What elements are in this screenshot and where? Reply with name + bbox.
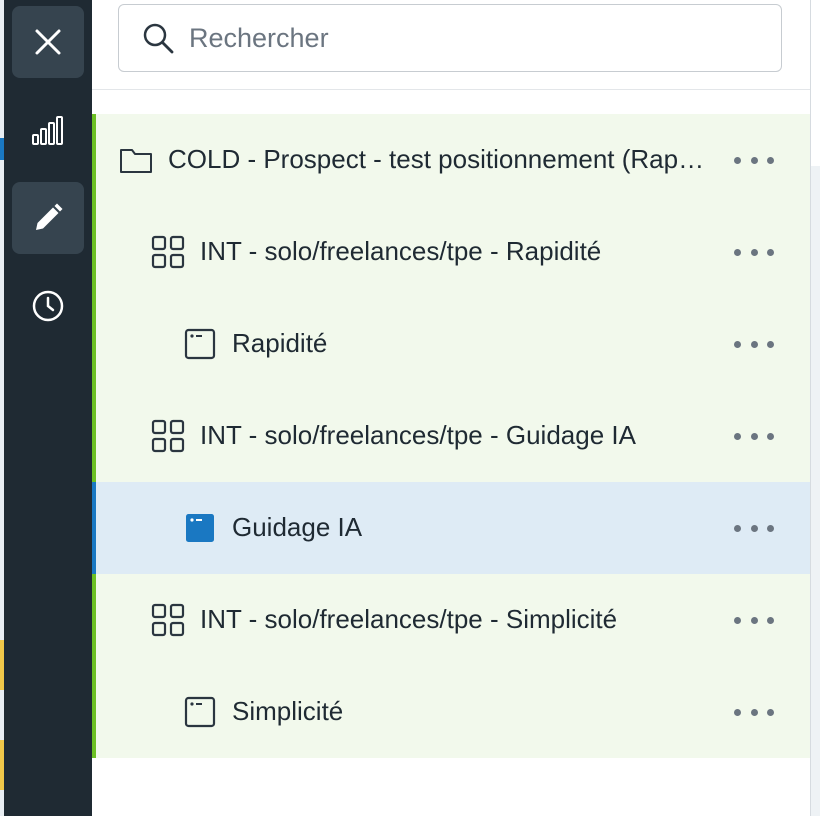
edit-button[interactable] — [12, 182, 84, 254]
tree-item-label: Simplicité — [232, 696, 344, 726]
close-button[interactable] — [12, 6, 84, 78]
tree-item-label: INT - solo/freelances/tpe - Rapidité — [200, 236, 602, 266]
tree-item-page[interactable]: Simplicité — [92, 666, 810, 758]
folder-icon — [120, 149, 152, 173]
close-icon — [35, 29, 61, 55]
grid-icon — [151, 235, 185, 269]
more-options-button[interactable] — [734, 424, 774, 448]
search-input[interactable] — [187, 21, 751, 55]
tree-item-group[interactable]: INT - solo/freelances/tpe - Simplicité — [92, 574, 810, 666]
grid-icon — [151, 419, 185, 453]
bar-chart-icon — [32, 116, 63, 145]
more-options-button[interactable] — [734, 240, 774, 264]
tree-item-label: INT - solo/freelances/tpe - Simplicité — [200, 604, 618, 634]
more-options-button[interactable] — [734, 608, 774, 632]
tree-item-label: Guidage IA — [232, 512, 363, 542]
side-rail — [4, 0, 92, 816]
pencil-icon — [36, 203, 63, 230]
more-options-button[interactable] — [734, 332, 774, 356]
tree-item-label: COLD - Prospect - test positionnement (R… — [168, 144, 708, 174]
more-options-button[interactable] — [734, 516, 774, 540]
search-icon — [143, 23, 174, 54]
tree-item-label: Rapidité — [232, 328, 328, 358]
tree-item-page[interactable]: Rapidité — [92, 298, 810, 390]
history-button[interactable] — [12, 270, 84, 342]
tree-item-page-selected[interactable]: Guidage IA — [92, 482, 810, 574]
more-options-button[interactable] — [734, 700, 774, 724]
analytics-button[interactable] — [12, 94, 84, 166]
tree-list: COLD - Prospect - test positionnement (R… — [92, 114, 810, 758]
grid-icon — [151, 603, 185, 637]
tree-item-group[interactable]: INT - solo/freelances/tpe - Guidage IA — [92, 390, 810, 482]
tree-item-group[interactable]: INT - solo/freelances/tpe - Rapidité — [92, 206, 810, 298]
clock-icon — [32, 290, 64, 322]
divider — [92, 89, 810, 90]
tree-item-label: INT - solo/freelances/tpe - Guidage IA — [200, 420, 636, 450]
tree-panel: COLD - Prospect - test positionnement (R… — [92, 0, 810, 816]
tree-item-folder[interactable]: COLD - Prospect - test positionnement (R… — [92, 114, 810, 206]
page-filled-icon — [186, 514, 214, 542]
search-box — [118, 4, 782, 72]
page-icon — [184, 328, 216, 360]
more-options-button[interactable] — [734, 148, 774, 172]
background-strip — [811, 166, 820, 816]
page-icon — [184, 696, 216, 728]
